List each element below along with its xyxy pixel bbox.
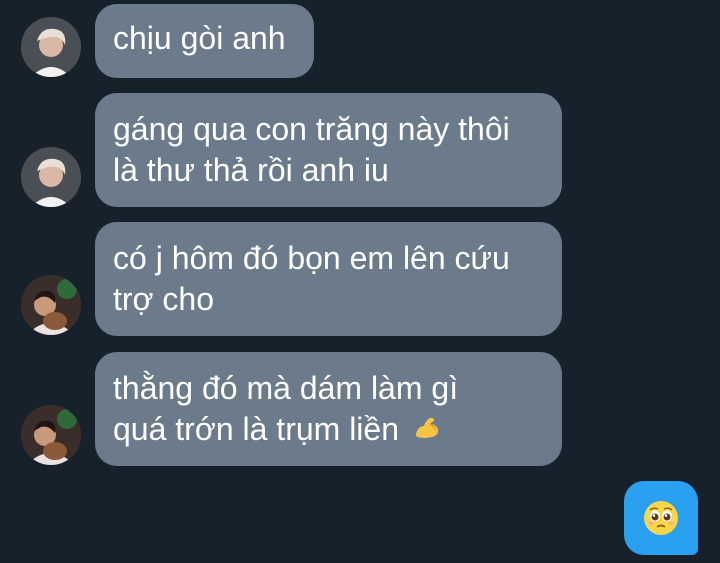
flexed-biceps-icon (412, 411, 442, 452)
message-text: thằng đó mà dám làm gì (113, 370, 459, 406)
message-text: quá trớn là trụm liền (113, 411, 399, 447)
message-text: là thư thả rồi anh iu (113, 152, 389, 188)
message-text: trợ cho (113, 281, 215, 317)
avatar-blonde-1[interactable] (21, 17, 81, 77)
message-bubble[interactable]: gáng qua con trăng này thôi là thư thả r… (95, 93, 562, 207)
message-text-with-emoji: quá trớn là trụm liền (113, 409, 544, 452)
avatar-dark-1[interactable] (21, 275, 81, 335)
message-text: gáng qua con trăng này thôi (113, 111, 510, 147)
own-message-bubble[interactable] (624, 481, 698, 555)
message-bubble[interactable]: thằng đó mà dám làm gì quá trớn là trụm … (95, 352, 562, 466)
avatar-blonde-2[interactable] (21, 147, 81, 207)
message-bubble[interactable]: chịu gòi anh (95, 4, 314, 78)
message-text: có j hôm đó bọn em lên cứu (113, 240, 510, 276)
message-bubble[interactable]: có j hôm đó bọn em lên cứu trợ cho (95, 222, 562, 336)
avatar-dark-2[interactable] (21, 405, 81, 465)
pleading-face-icon (643, 500, 679, 536)
message-text: chịu gòi anh (113, 20, 286, 56)
